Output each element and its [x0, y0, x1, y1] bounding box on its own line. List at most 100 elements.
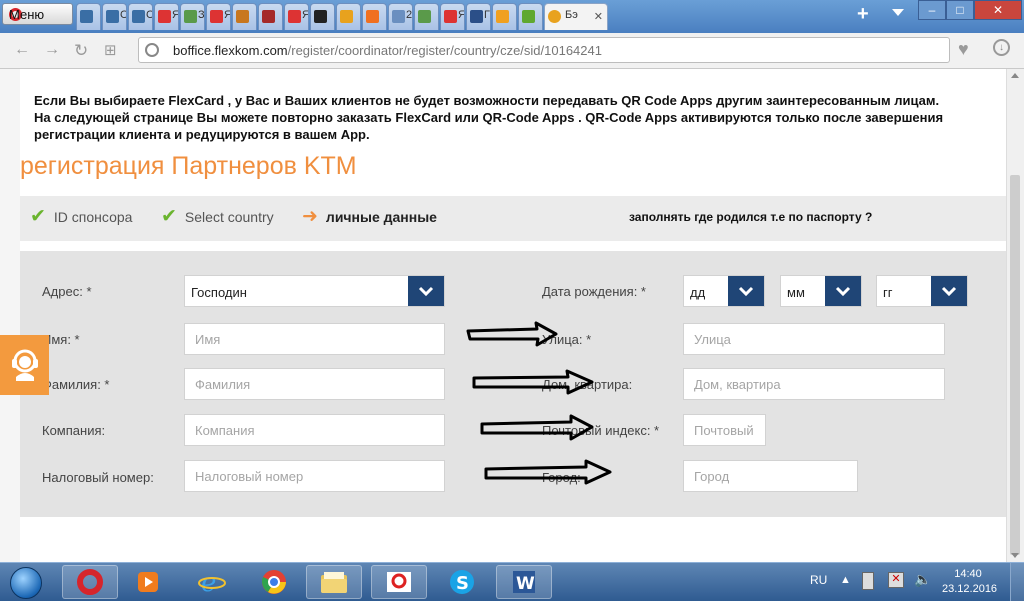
page-content: Если Вы выбираете FlexCard , у Вас и Ваш…	[20, 69, 1006, 562]
forward-icon[interactable]: →	[44, 41, 60, 59]
birth-day-select[interactable]: дд	[683, 275, 765, 307]
current-step-arrow-icon: ➜	[302, 206, 318, 227]
browser-tab[interactable]: С	[128, 3, 153, 30]
browser-tab[interactable]: 2	[388, 3, 413, 30]
zip-input[interactable]	[683, 414, 766, 446]
street-input[interactable]	[683, 323, 945, 355]
birth-month-select[interactable]: мм	[780, 275, 862, 307]
taskbar-word[interactable]: W	[496, 565, 552, 599]
support-chat-button[interactable]	[0, 335, 49, 395]
doc-icon	[392, 10, 405, 23]
browser-tab[interactable]	[336, 3, 361, 30]
salutation-value: Господин	[191, 285, 247, 300]
company-input[interactable]	[184, 414, 445, 446]
house-label: Дом, квартира:	[542, 377, 633, 392]
bookmark-heart-icon[interactable]: ♥	[958, 39, 969, 60]
browser-tab[interactable]	[232, 3, 257, 30]
site-info-icon[interactable]	[145, 43, 159, 57]
back-icon[interactable]: ←	[14, 41, 30, 59]
tax-number-input[interactable]	[184, 460, 445, 492]
address-bar[interactable]: boffice.flexkom.com/register/coordinator…	[138, 37, 950, 63]
flexkom-icon	[387, 572, 411, 592]
close-window-button[interactable]: ✕	[974, 0, 1022, 20]
page-scrollbar[interactable]	[1006, 69, 1024, 562]
browser-tab[interactable]	[310, 3, 335, 30]
first-name-input[interactable]	[184, 323, 445, 355]
taskbar-file-explorer[interactable]	[306, 565, 362, 599]
annotation-hint: заполнять где родился т.е по паспорту ?	[629, 210, 873, 224]
city-input[interactable]	[683, 460, 858, 492]
chevron-down-icon[interactable]	[408, 276, 444, 306]
network-error-icon[interactable]: ✕	[888, 572, 904, 588]
taskbar-chrome[interactable]	[246, 565, 302, 599]
reload-icon[interactable]: ↻	[74, 41, 88, 61]
chevron-icon	[496, 10, 509, 23]
downloads-icon[interactable]: ↓	[993, 39, 1010, 56]
battery-icon[interactable]	[862, 572, 874, 590]
browser-tab[interactable]	[76, 3, 101, 30]
tab-menu-icon[interactable]	[892, 9, 904, 16]
browser-tab[interactable]: З	[180, 3, 205, 30]
step-label: Select country	[184, 209, 274, 225]
chevron-down-icon[interactable]	[728, 276, 764, 306]
last-name-input[interactable]	[184, 368, 445, 400]
cap-icon	[470, 10, 483, 23]
tray-expand-icon[interactable]: ▲	[840, 574, 851, 586]
scroll-up-icon[interactable]	[1011, 73, 1019, 78]
step-sponsor-id: ✔ ID спонсора	[30, 207, 132, 226]
taskbar-media-player[interactable]	[120, 565, 176, 599]
salutation-label: Адрес: *	[42, 284, 92, 299]
scroll-down-icon[interactable]	[1011, 553, 1019, 558]
taskbar-internet-explorer[interactable]: e	[184, 565, 240, 599]
show-desktop-button[interactable]	[1010, 563, 1024, 601]
browser-tab[interactable]: С	[102, 3, 127, 30]
user-icon	[106, 10, 119, 23]
salutation-select[interactable]: Господин	[184, 275, 445, 307]
browser-tab[interactable]: Я	[206, 3, 231, 30]
maximize-button[interactable]: □	[946, 0, 974, 20]
browser-tab[interactable]	[414, 3, 439, 30]
scrollbar-thumb[interactable]	[1010, 175, 1020, 555]
chevron-down-icon[interactable]	[931, 276, 967, 306]
active-browser-tab[interactable]: Бэ ✕	[544, 3, 608, 30]
browser-tab[interactable]	[492, 3, 517, 30]
last-name-label: Фамилия: *	[42, 377, 110, 392]
language-indicator[interactable]: RU	[810, 573, 827, 587]
opera-menu-button[interactable]: Меню	[2, 3, 73, 25]
browser-tab[interactable]	[258, 3, 283, 30]
url-text[interactable]: boffice.flexkom.com/register/coordinator…	[173, 43, 602, 58]
volume-icon[interactable]: 🔈	[914, 571, 931, 588]
tab-label: Я	[458, 9, 464, 21]
tab-label: Бэ	[565, 9, 578, 21]
skype-icon: S	[450, 570, 474, 594]
taskbar-flexkom[interactable]	[371, 565, 427, 599]
new-tab-button[interactable]: +	[857, 4, 869, 24]
browser-tab[interactable]: Я	[154, 3, 179, 30]
house-input[interactable]	[683, 368, 945, 400]
svg-text:e: e	[201, 568, 216, 596]
city-label: Город:	[542, 470, 581, 485]
browser-tab[interactable]	[518, 3, 543, 30]
tab-label: Г	[484, 9, 490, 21]
tab-label: С	[146, 9, 152, 21]
home-icon[interactable]: ⊞	[104, 41, 117, 59]
chevron-down-icon[interactable]	[825, 276, 861, 306]
close-tab-icon[interactable]: ✕	[594, 10, 603, 23]
windows-taskbar: e S W RU ▲ ✕ 🔈 14:40 23.12.2016	[0, 562, 1024, 601]
page-viewport: Если Вы выбираете FlexCard , у Вас и Ваш…	[0, 69, 1024, 562]
taskbar-skype[interactable]: S	[434, 565, 490, 599]
opera-icon	[77, 569, 103, 595]
browser-tab[interactable]	[362, 3, 387, 30]
start-button[interactable]	[3, 564, 47, 600]
taskbar-opera[interactable]	[62, 565, 118, 599]
browser-tab[interactable]: Я	[440, 3, 465, 30]
minimize-button[interactable]: –	[918, 0, 946, 20]
taskbar-clock[interactable]: 14:40 23.12.2016	[942, 567, 997, 597]
browser-tab[interactable]: Я	[284, 3, 309, 30]
birth-year-select[interactable]: гг	[876, 275, 968, 307]
page-title: регистрация Партнеров KTM	[20, 152, 357, 180]
chrome-icon	[262, 570, 286, 594]
browser-tab[interactable]: Г	[466, 3, 491, 30]
headset-icon	[11, 349, 38, 381]
birth-year-value: гг	[883, 285, 893, 300]
